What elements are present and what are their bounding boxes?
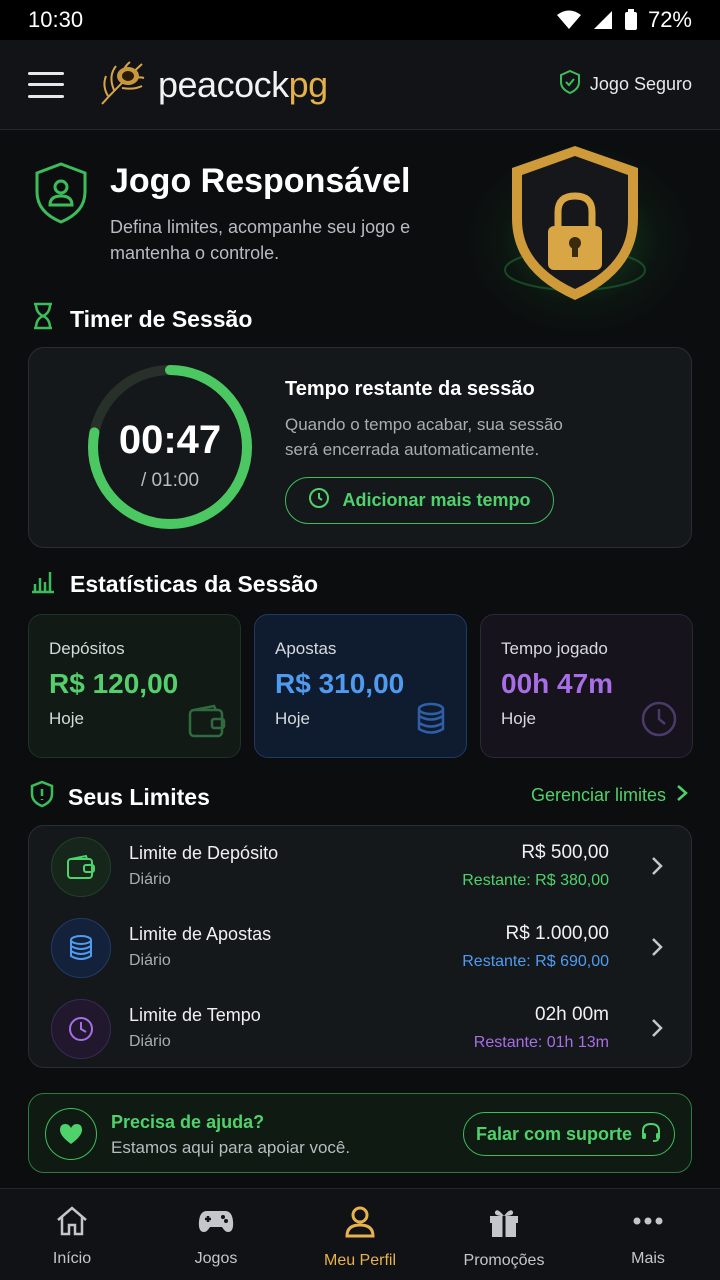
signal-icon: [592, 10, 614, 30]
limit-amount: 02h 00m: [535, 1004, 609, 1025]
hourglass-icon: [30, 301, 56, 337]
manage-limits-link[interactable]: Gerenciar limites: [531, 784, 688, 807]
nav-item-jogos[interactable]: Jogos: [144, 1189, 288, 1280]
help-subtitle: Estamos aqui para apoiar você.: [111, 1138, 351, 1157]
logo-text-accent: pg: [288, 63, 329, 105]
battery-icon: [624, 9, 638, 31]
help-card: Precisa de ajuda? Estamos aqui para apoi…: [28, 1093, 692, 1173]
clock-icon: [308, 487, 330, 514]
nav-item-meu-perfil[interactable]: Meu Perfil: [288, 1189, 432, 1280]
limit-row-deposit[interactable]: Limite de Depósito Diário R$ 500,00 Rest…: [29, 826, 693, 906]
shield-lock-icon: [500, 140, 650, 315]
menu-icon[interactable]: [28, 71, 64, 98]
battery-level: 72%: [647, 7, 692, 32]
help-title: Precisa de ajuda?: [111, 1112, 265, 1132]
limit-remaining: Restante: R$ 690,00: [462, 953, 609, 970]
headset-icon: [640, 1121, 662, 1148]
chevron-right-icon: [676, 784, 688, 807]
limit-name: Limite de Apostas: [129, 924, 272, 944]
stat-label: Apostas: [275, 639, 337, 658]
logo[interactable]: peacockpg: [98, 56, 328, 113]
limits-section-title: Seus Limites: [30, 780, 210, 814]
stat-value: R$ 310,00: [275, 668, 405, 699]
stat-label: Tempo jogado: [501, 639, 608, 658]
deposits-stat-card[interactable]: Depósitos R$ 120,00 Hoje: [28, 614, 241, 758]
limit-period: Diário: [129, 1033, 171, 1050]
user-icon: [343, 1205, 377, 1244]
contact-support-button[interactable]: Falar com suporte: [463, 1112, 675, 1156]
stat-value: R$ 120,00: [49, 668, 179, 699]
manage-limits-label: Gerenciar limites: [530, 785, 666, 805]
shield-icon: [30, 780, 54, 814]
page-title: Jogo Responsável: [110, 162, 411, 200]
coins-icon: [414, 702, 452, 743]
timer-card-description: Quando o tempo acabar, sua sessão será e…: [285, 415, 563, 459]
nav-label: Início: [52, 1250, 92, 1267]
stat-period: Hoje: [501, 709, 536, 728]
wifi-icon: [556, 10, 582, 30]
limit-row-time[interactable]: Limite de Tempo Diário 02h 00m Restante:…: [29, 988, 693, 1068]
add-time-button[interactable]: Adicionar mais tempo: [285, 477, 554, 524]
time-played-stat-card[interactable]: Tempo jogado 00h 47m Hoje: [480, 614, 693, 758]
shield-user-icon: [34, 162, 88, 229]
nav-item-inicio[interactable]: Início: [0, 1189, 144, 1280]
time-remaining: 00:47: [118, 418, 222, 462]
limit-amount: R$ 1.000,00: [505, 923, 609, 944]
stats-section-title: Estatísticas da Sessão: [30, 568, 318, 600]
time-total: / 01:00: [140, 470, 200, 491]
app-header: peacockpg Jogo Seguro: [0, 40, 720, 130]
nav-label: Promoções: [463, 1252, 545, 1269]
bets-stat-card[interactable]: Apostas R$ 310,00 Hoje: [254, 614, 467, 758]
heart-icon: [45, 1108, 97, 1160]
chevron-right-icon: [651, 856, 663, 881]
nav-label: Jogos: [194, 1250, 238, 1267]
clock-icon: [51, 999, 111, 1059]
limit-remaining: Restante: 01h 13m: [473, 1034, 609, 1051]
limit-period: Diário: [129, 952, 171, 969]
chevron-right-icon: [651, 1018, 663, 1043]
limit-name: Limite de Tempo: [129, 1005, 261, 1025]
timer-section-title: Timer de Sessão: [30, 301, 252, 337]
safe-play-label: Jogo Seguro: [589, 74, 692, 94]
stat-label: Depósitos: [49, 639, 125, 658]
session-timer-card: 00:47 / 01:00 Tempo restante da sessão Q…: [28, 347, 692, 548]
add-time-label: Adicionar mais tempo: [342, 490, 531, 510]
limit-remaining: Restante: R$ 380,00: [462, 872, 609, 889]
wallet-icon: [51, 837, 111, 897]
nav-label: Mais: [631, 1250, 665, 1267]
contact-support-label: Falar com suporte: [475, 1123, 633, 1144]
timer-card-title: Tempo restante da sessão: [285, 378, 535, 400]
coins-icon: [51, 918, 111, 978]
gamepad-icon: [197, 1205, 235, 1242]
peacock-feather-icon: [98, 56, 150, 113]
home-icon: [55, 1205, 89, 1242]
clock: 10:30: [28, 7, 84, 32]
more-icon: [631, 1205, 665, 1242]
clock-icon: [640, 700, 678, 743]
nav-item-mais[interactable]: Mais: [576, 1189, 720, 1280]
limit-period: Diário: [129, 871, 171, 888]
status-bar: 10:30 72%: [0, 0, 720, 40]
nav-label: Meu Perfil: [323, 1252, 397, 1269]
shield-check-icon: [558, 69, 582, 100]
limit-name: Limite de Depósito: [129, 843, 279, 863]
hero-section: Jogo Responsável Defina limites, acompan…: [0, 130, 720, 340]
stat-period: Hoje: [49, 709, 84, 728]
page-description: Defina limites, acompanhe seu jogo e man…: [110, 217, 411, 263]
gift-icon: [487, 1205, 521, 1244]
bottom-navigation: Início Jogos Meu Perfil Promoções Mais: [0, 1188, 720, 1280]
limit-row-bets[interactable]: Limite de Apostas Diário R$ 1.000,00 Res…: [29, 907, 693, 987]
wallet-icon: [188, 704, 226, 743]
limit-amount: R$ 500,00: [521, 842, 609, 863]
bar-chart-icon: [30, 568, 56, 600]
logo-text-main: peacock: [158, 63, 289, 105]
nav-item-promocoes[interactable]: Promoções: [432, 1189, 576, 1280]
safe-play-badge[interactable]: Jogo Seguro: [558, 69, 692, 100]
stat-value: 00h 47m: [501, 668, 614, 699]
limits-card: Limite de Depósito Diário R$ 500,00 Rest…: [28, 825, 692, 1068]
chevron-right-icon: [651, 937, 663, 962]
stat-period: Hoje: [275, 709, 310, 728]
